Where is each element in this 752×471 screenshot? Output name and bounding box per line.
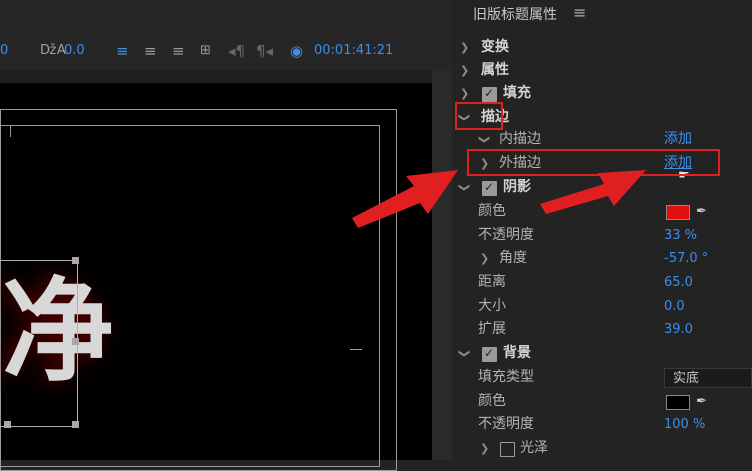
annotation-arrows xyxy=(352,170,646,228)
annotation-arrow-right xyxy=(540,170,646,214)
annotation-arrow-left xyxy=(352,170,458,228)
